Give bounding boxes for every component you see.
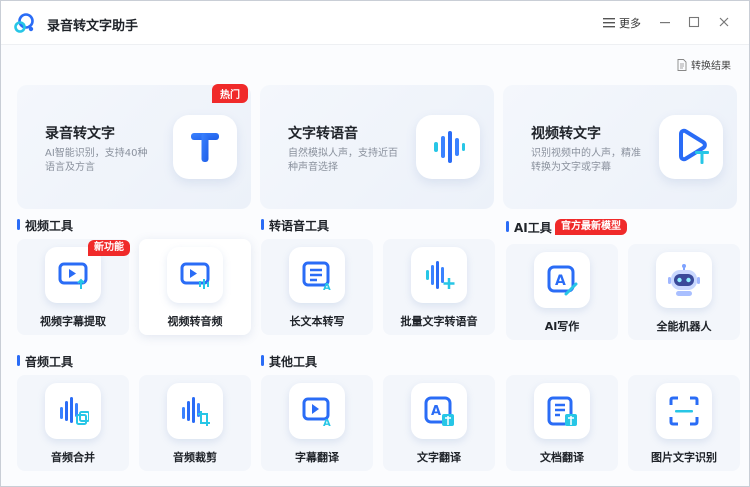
tool-image-ocr[interactable]: 图片文字识别 <box>628 375 740 471</box>
waveform-icon <box>416 115 480 179</box>
tool-audio-merge[interactable]: 音频合并 <box>17 375 129 471</box>
tool-label: 图片文字识别 <box>651 451 717 464</box>
new-feature-badge: 新功能 <box>88 240 130 256</box>
svg-text:A: A <box>555 273 566 289</box>
tool-ai-writing[interactable]: A AI写作 <box>506 244 618 340</box>
minimize-button[interactable] <box>656 13 674 31</box>
app-window: 录音转文字助手 更多 转换结果 录音转文字 AI智能识别，支持40种语言及方言 … <box>0 0 750 487</box>
feature-card-video-to-text[interactable]: 视频转文字 识别视频中的人声，精准转换为文字或字幕 <box>503 85 737 209</box>
feature-title: 录音转文字 <box>45 126 115 142</box>
tool-text-translate[interactable]: A 文字翻译 <box>383 375 495 471</box>
more-menu-button[interactable]: 更多 <box>603 15 641 31</box>
maximize-icon <box>688 16 700 28</box>
tool-video-to-audio[interactable]: 视频转音频 <box>139 239 251 335</box>
tool-label: 文字翻译 <box>417 451 461 464</box>
tool-label: 长文本转写 <box>289 315 345 328</box>
tool-label: 全能机器人 <box>656 320 712 333</box>
video-translate-icon: A <box>289 383 345 439</box>
latest-model-badge: 官方最新模型 <box>555 219 627 235</box>
waveform-plus-icon <box>411 247 467 303</box>
tool-label: 批量文字转语音 <box>400 315 478 328</box>
tool-label: 文档翻译 <box>540 451 584 464</box>
svg-text:A: A <box>323 418 331 427</box>
section-title-video: 视频工具 <box>17 217 73 234</box>
menu-lines-icon <box>603 18 615 28</box>
section-title-other: 其他工具 <box>261 353 317 370</box>
feature-desc: 自然模拟人声，支持近百种声音选择 <box>288 148 398 173</box>
text-lines-icon: A <box>289 247 345 303</box>
robot-icon <box>656 252 712 308</box>
video-audio-icon <box>167 247 223 303</box>
document-icon <box>677 58 687 71</box>
feature-title: 视频转文字 <box>531 126 601 142</box>
more-label: 更多 <box>619 17 641 30</box>
tool-label: 视频转音频 <box>167 315 223 328</box>
close-icon <box>719 17 729 27</box>
tool-label: AI写作 <box>544 320 580 333</box>
feature-desc: 识别视频中的人声，精准转换为文字或字幕 <box>531 148 641 173</box>
section-title-ai: AI工具 <box>506 219 552 236</box>
maximize-button[interactable] <box>685 13 703 31</box>
tool-label: 音频裁剪 <box>173 451 217 464</box>
tool-long-text-transcribe[interactable]: A 长文本转写 <box>261 239 373 335</box>
tool-audio-trim[interactable]: 音频裁剪 <box>139 375 251 471</box>
tool-all-round-robot[interactable]: 全能机器人 <box>628 244 740 340</box>
minimize-icon <box>660 22 670 24</box>
text-translate-icon: A <box>411 383 467 439</box>
section-title-speech: 转语音工具 <box>261 217 329 234</box>
section-title-audio: 音频工具 <box>17 353 73 370</box>
audio-crop-icon <box>167 383 223 439</box>
svg-text:A: A <box>431 404 441 419</box>
video-text-icon <box>659 115 723 179</box>
tool-subtitle-translate[interactable]: A 字幕翻译 <box>261 375 373 471</box>
tool-label: 视频字幕提取 <box>40 315 106 328</box>
title-bar: 录音转文字助手 更多 <box>1 1 749 45</box>
feature-desc: AI智能识别，支持40种语言及方言 <box>45 148 148 173</box>
T-text-icon <box>173 115 237 179</box>
feature-title: 文字转语音 <box>288 126 358 142</box>
close-button[interactable] <box>715 13 733 31</box>
app-logo-icon <box>14 13 34 33</box>
tool-batch-text-to-speech[interactable]: 批量文字转语音 <box>383 239 495 335</box>
audio-merge-icon <box>45 383 101 439</box>
feature-card-text-to-speech[interactable]: 文字转语音 自然模拟人声，支持近百种声音选择 <box>260 85 494 209</box>
convert-result-button[interactable]: 转换结果 <box>677 57 731 72</box>
hot-badge: 热门 <box>212 84 248 103</box>
tool-label: 音频合并 <box>51 451 95 464</box>
app-title: 录音转文字助手 <box>47 19 139 34</box>
document-translate-icon <box>534 383 590 439</box>
feature-card-audio-to-text[interactable]: 录音转文字 AI智能识别，支持40种语言及方言 <box>17 85 251 209</box>
scan-icon <box>656 383 712 439</box>
convert-result-label: 转换结果 <box>691 61 731 72</box>
tool-document-translate[interactable]: 文档翻译 <box>506 375 618 471</box>
ai-write-icon: A <box>534 252 590 308</box>
svg-text:A: A <box>323 282 331 291</box>
tool-label: 字幕翻译 <box>295 451 339 464</box>
